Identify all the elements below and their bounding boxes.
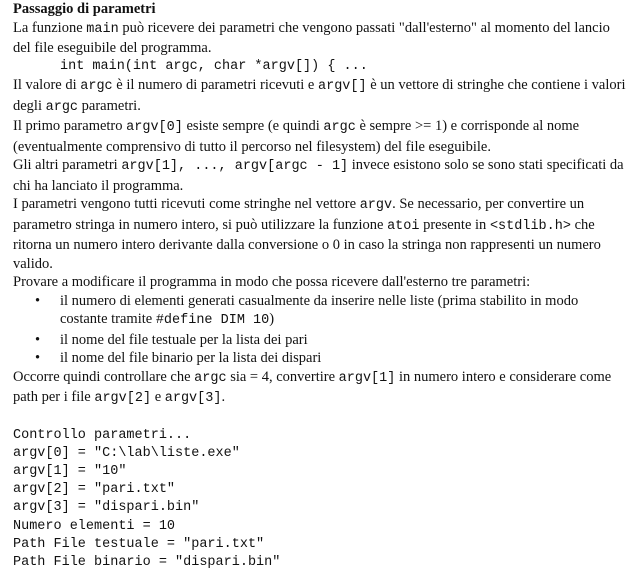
bullet-icon: • xyxy=(35,292,40,311)
text-run: parametri. xyxy=(78,98,141,114)
list-item: • il nome del file testuale per la lista … xyxy=(13,331,628,350)
code-define: #define DIM 10 xyxy=(156,313,269,328)
code-argc: argc xyxy=(194,371,226,386)
bullet-icon: • xyxy=(35,349,40,368)
text-run: presente in xyxy=(419,217,489,233)
code-atoi: atoi xyxy=(387,219,419,234)
console-line: Numero elementi = 10 xyxy=(13,518,628,536)
check-paragraph: Occorre quindi controllare che argc sia … xyxy=(13,368,628,409)
section-title: Passaggio di parametri xyxy=(13,0,628,19)
text-run: I parametri vengono tutti ricevuti come … xyxy=(13,196,360,212)
main-signature-code: int main(int argc, char *argv[]) { ... xyxy=(13,58,628,77)
console-line: argv[1] = "10" xyxy=(13,463,628,481)
console-line: Path File binario = "dispari.bin" xyxy=(13,554,628,572)
list-item: • il numero di elementi generati casualme… xyxy=(13,292,628,331)
code-argv2: argv[2] xyxy=(94,391,151,406)
text-run: Il valore di xyxy=(13,77,80,93)
argc-paragraph: Il valore di argc è il numero di paramet… xyxy=(13,76,628,117)
code-stdlib: <stdlib.h> xyxy=(490,219,571,234)
document: Passaggio di parametri La funzione main … xyxy=(13,0,628,572)
code-argv: argv xyxy=(360,198,392,213)
console-line: argv[2] = "pari.txt" xyxy=(13,481,628,499)
code-argv1: argv[1] xyxy=(339,371,396,386)
text-run: esiste sempre (e quindi xyxy=(183,118,324,134)
strings-paragraph: I parametri vengono tutti ricevuti come … xyxy=(13,195,628,273)
text-run: Occorre quindi controllare che xyxy=(13,369,194,385)
text-run: il numero di elementi generati casualmen… xyxy=(60,293,578,328)
code-main: main xyxy=(86,22,118,37)
console-output: Controllo parametri... argv[0] = "C:\lab… xyxy=(13,427,628,572)
text-run: è il numero di parametri ricevuti e xyxy=(113,77,318,93)
bullet-icon: • xyxy=(35,331,40,350)
console-line: argv[0] = "C:\lab\liste.exe" xyxy=(13,445,628,463)
text-run: e xyxy=(151,389,165,405)
text-run: . xyxy=(221,389,225,405)
code-argv3: argv[3] xyxy=(165,391,222,406)
text-run: il nome del file testuale per la lista d… xyxy=(60,332,308,348)
parameter-list: • il numero di elementi generati casualme… xyxy=(13,292,628,368)
first-param-paragraph: Il primo parametro argv[0] esiste sempre… xyxy=(13,117,628,156)
text-run: Gli altri parametri xyxy=(13,157,121,173)
console-line: argv[3] = "dispari.bin" xyxy=(13,499,628,517)
code-argc: argc xyxy=(323,120,355,135)
code-argv: argv[] xyxy=(318,79,367,94)
text-run: ) xyxy=(269,311,274,327)
code-argv0: argv[0] xyxy=(126,120,183,135)
code-argc: argc xyxy=(80,79,112,94)
text-run: sia = 4, convertire xyxy=(227,369,339,385)
code-argc: argc xyxy=(46,100,78,115)
try-paragraph: Provare a modificare il programma in mod… xyxy=(13,273,628,292)
text-run: il nome del file binario per la lista de… xyxy=(60,350,321,366)
console-line: Path File testuale = "pari.txt" xyxy=(13,536,628,554)
text-run: La funzione xyxy=(13,20,86,36)
text-run: Il primo parametro xyxy=(13,118,126,134)
intro-paragraph: La funzione main può ricevere dei parame… xyxy=(13,19,628,58)
console-line: Controllo parametri... xyxy=(13,427,628,445)
list-item: • il nome del file binario per la lista d… xyxy=(13,349,628,368)
other-params-paragraph: Gli altri parametri argv[1], ..., argv[a… xyxy=(13,156,628,195)
code-argv-range: argv[1], ..., argv[argc - 1] xyxy=(121,159,348,174)
